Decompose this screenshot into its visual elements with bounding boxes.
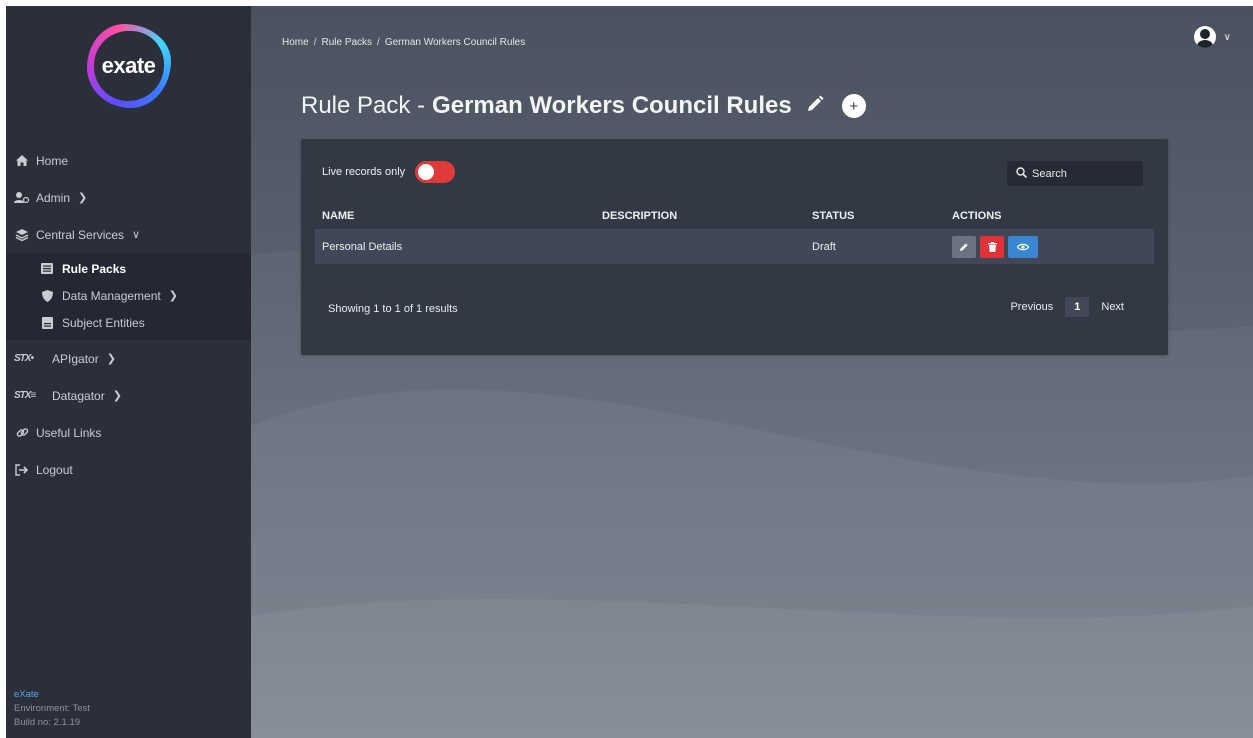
user-avatar-icon[interactable] — [1193, 26, 1216, 48]
sidebar: exate Home Admin ❯ Central Services ∨ Ru… — [6, 6, 251, 738]
sidebar-item-label: Data Management — [62, 288, 161, 303]
toggle-knob — [418, 164, 435, 180]
results-summary: Showing 1 to 1 of 1 results — [328, 303, 458, 315]
sidebar-nav: Home Admin ❯ Central Services ∨ Rule Pac… — [6, 142, 251, 488]
column-header-actions: ACTIONS — [952, 210, 1002, 222]
chevron-down-icon: ∨ — [132, 229, 141, 241]
title-rule-pack-name: German Workers Council Rules — [432, 92, 792, 119]
add-rule-button[interactable]: + — [841, 94, 866, 118]
breadcrumb-separator: / — [377, 37, 380, 48]
table-row[interactable]: Personal Details Draft — [315, 229, 1154, 264]
live-records-toggle[interactable] — [415, 161, 456, 183]
breadcrumb-rule-packs[interactable]: Rule Packs — [321, 37, 372, 48]
rules-table: NAME DESCRIPTION STATUS ACTIONS Personal… — [315, 203, 1154, 264]
sidebar-item-label: Central Services — [36, 227, 125, 242]
search-input[interactable] — [1032, 167, 1132, 180]
sidebar-item-label: Admin — [36, 190, 71, 205]
edit-pencil-icon[interactable] — [806, 95, 824, 118]
search-box — [1007, 161, 1143, 186]
trash-icon — [987, 241, 997, 252]
sidebar-item-datagator[interactable]: STX≡ Datagator ❯ — [6, 377, 251, 414]
shield-icon — [40, 289, 54, 303]
view-button[interactable] — [1008, 235, 1038, 258]
column-header-name[interactable]: NAME — [315, 203, 595, 229]
sidebar-item-central-services[interactable]: Central Services ∨ — [6, 216, 251, 253]
breadcrumb-home[interactable]: Home — [282, 37, 309, 48]
sidebar-item-home[interactable]: Home — [6, 142, 251, 179]
central-services-submenu: Rule Packs Data Management ❯ Subject Ent… — [6, 253, 251, 340]
user-menu[interactable]: ∨ — [1193, 26, 1231, 48]
sidebar-item-label: APIgator — [52, 351, 99, 366]
cell-description — [595, 229, 805, 264]
sidebar-item-admin[interactable]: Admin ❯ — [6, 179, 251, 216]
main-content: Home / Rule Packs / German Workers Counc… — [251, 6, 1253, 738]
footer-environment: Environment: Test — [14, 703, 90, 714]
chevron-right-icon: ❯ — [106, 353, 116, 365]
sidebar-item-logout[interactable]: Logout — [6, 451, 251, 488]
chevron-right-icon: ❯ — [112, 390, 122, 402]
pagination: Previous 1 Next — [1006, 297, 1128, 317]
chevron-right-icon: ❯ — [78, 192, 88, 204]
rules-panel: Live records only NAME DESCRIPTION STATU… — [301, 139, 1168, 355]
page-title: Rule Pack - German Workers Council Rules… — [301, 92, 866, 120]
footer-build: Build no: 2.1.19 — [14, 717, 81, 728]
chevron-right-icon: ❯ — [168, 290, 178, 302]
sidebar-item-label: Logout — [36, 462, 73, 477]
eye-icon — [1017, 243, 1029, 250]
sidebar-item-label: Rule Packs — [62, 261, 127, 276]
users-icon — [14, 190, 30, 206]
sidebar-item-label: Useful Links — [36, 425, 102, 440]
table-header-row: NAME DESCRIPTION STATUS ACTIONS — [315, 203, 1154, 229]
edit-button[interactable] — [952, 235, 976, 258]
column-header-description[interactable]: DESCRIPTION — [595, 203, 805, 229]
delete-button[interactable] — [980, 235, 1004, 258]
breadcrumb: Home / Rule Packs / German Workers Counc… — [282, 37, 525, 48]
row-actions — [952, 235, 1154, 258]
sidebar-item-label: Home — [36, 153, 69, 168]
logo-text: exate — [93, 31, 164, 101]
datagator-icon: STX≡ — [14, 390, 36, 401]
breadcrumb-current: German Workers Council Rules — [384, 37, 526, 48]
live-records-filter: Live records only — [322, 161, 456, 183]
sidebar-item-subject-entities[interactable]: Subject Entities — [6, 309, 251, 336]
sidebar-footer: eXate Environment: Test Build no: 2.1.19 — [14, 688, 90, 730]
breadcrumb-separator: / — [313, 37, 317, 48]
pencil-icon — [960, 242, 968, 251]
apigator-icon: STX• — [14, 353, 34, 364]
footer-brand: eXate — [14, 689, 39, 700]
column-header-status[interactable]: STATUS — [805, 203, 945, 229]
document-icon — [40, 316, 54, 330]
sidebar-item-label: Datagator — [52, 388, 105, 403]
layers-icon — [14, 227, 30, 243]
title-prefix: Rule Pack - — [301, 92, 426, 119]
link-icon — [14, 425, 30, 441]
logo-area: exate — [6, 6, 251, 126]
cell-actions — [945, 229, 1154, 264]
cell-status: Draft — [805, 229, 945, 264]
pagination-next[interactable]: Next — [1097, 297, 1128, 317]
app-window: exate Home Admin ❯ Central Services ∨ Ru… — [6, 6, 1253, 738]
live-records-label: Live records only — [322, 166, 406, 178]
pagination-previous[interactable]: Previous — [1006, 297, 1057, 317]
list-icon — [40, 262, 54, 276]
sidebar-item-data-management[interactable]: Data Management ❯ — [6, 282, 251, 309]
cell-name: Personal Details — [315, 229, 595, 264]
sidebar-item-rule-packs[interactable]: Rule Packs — [6, 255, 251, 282]
pagination-page-1[interactable]: 1 — [1065, 297, 1090, 317]
exate-logo[interactable]: exate — [86, 24, 171, 108]
chevron-down-icon[interactable]: ∨ — [1224, 32, 1231, 43]
home-icon — [14, 153, 30, 169]
search-icon — [1016, 166, 1028, 181]
sidebar-item-apigator[interactable]: STX• APIgator ❯ — [6, 340, 251, 377]
logout-icon — [14, 462, 30, 478]
sidebar-item-label: Subject Entities — [62, 315, 145, 330]
sidebar-item-useful-links[interactable]: Useful Links — [6, 414, 251, 451]
